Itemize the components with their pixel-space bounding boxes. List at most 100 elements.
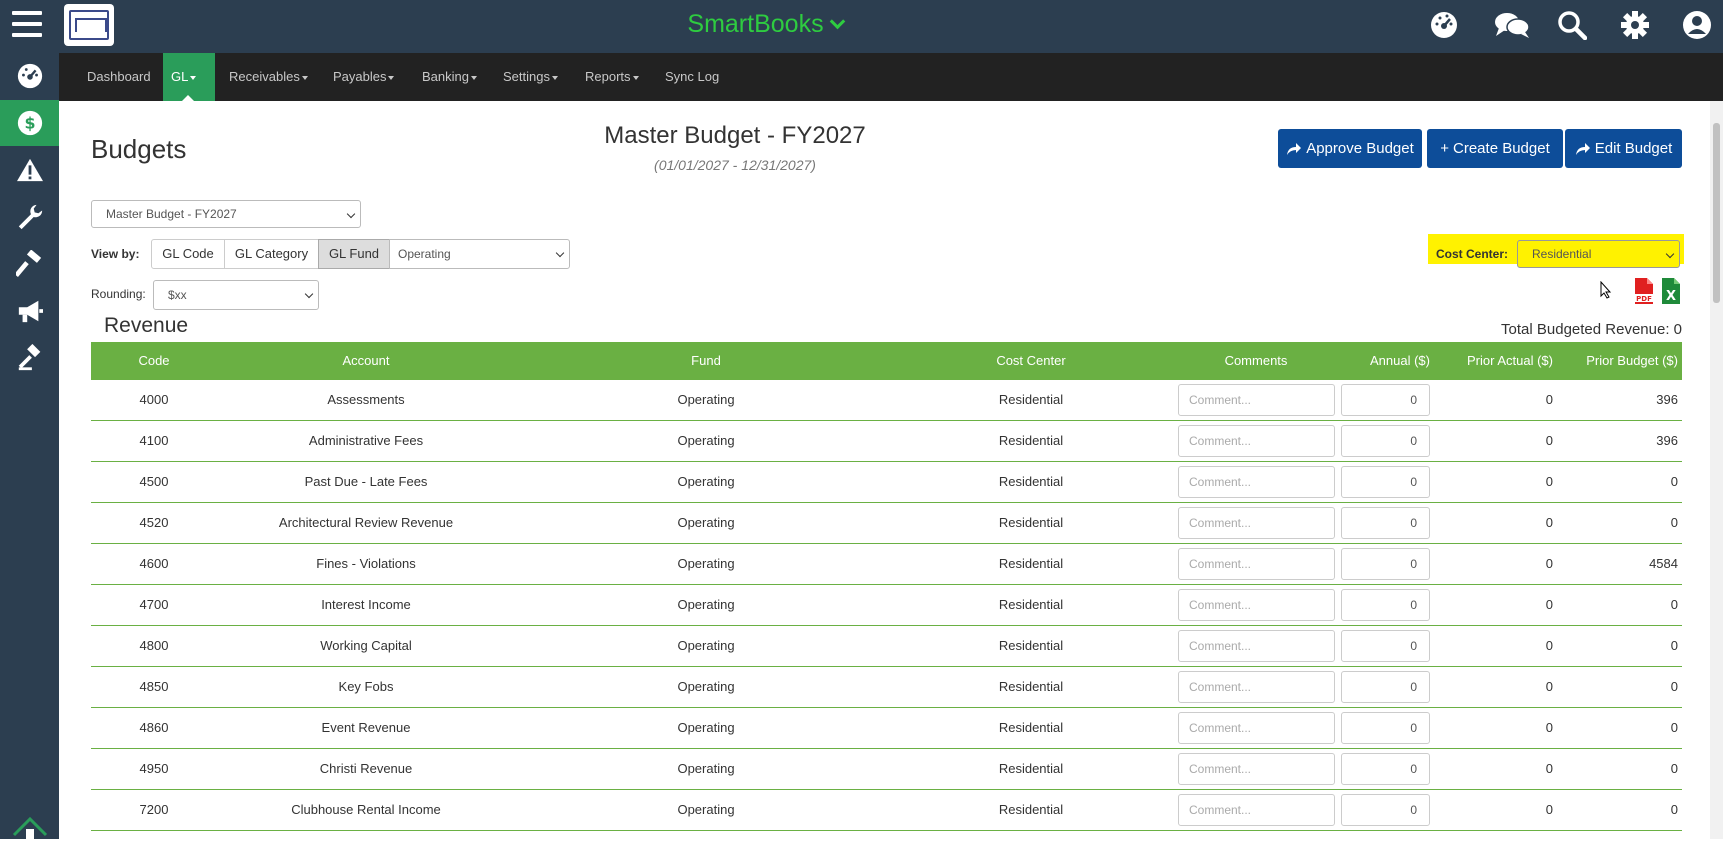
- create-budget-button[interactable]: + Create Budget: [1427, 129, 1563, 168]
- cell-prior-actual: 0: [1545, 720, 1553, 735]
- page-scrollbar[interactable]: [1710, 101, 1723, 839]
- cell-prior-actual: 0: [1545, 515, 1553, 530]
- main-navbar: Dashboard GL Receivables Payables Bankin…: [59, 53, 1723, 101]
- comment-input[interactable]: Comment...: [1178, 548, 1335, 580]
- cell-code: 4850: [139, 679, 169, 694]
- budget-select-value: Master Budget - FY2027: [106, 207, 237, 221]
- cell-account: Working Capital: [320, 638, 412, 653]
- annual-amount-input[interactable]: 0: [1341, 548, 1430, 580]
- sidebar-item-violations[interactable]: [0, 147, 59, 193]
- fund-select[interactable]: Operating: [389, 239, 570, 269]
- cell-prior-budget: 0: [1670, 802, 1678, 817]
- cell-prior-actual: 0: [1545, 679, 1553, 694]
- nav-payables-label: Payables: [333, 69, 387, 84]
- nav-dashboard[interactable]: Dashboard: [79, 53, 159, 101]
- comment-input[interactable]: Comment...: [1178, 589, 1335, 621]
- excel-export-icon[interactable]: X: [1660, 277, 1682, 304]
- search-icon[interactable]: [1556, 9, 1588, 41]
- nav-sync-log[interactable]: Sync Log: [657, 53, 727, 101]
- comment-input[interactable]: Comment...: [1178, 425, 1335, 457]
- plus-icon: +: [1440, 140, 1450, 157]
- pdf-export-icon[interactable]: PDF: [1632, 277, 1656, 304]
- comment-input[interactable]: Comment...: [1178, 384, 1335, 416]
- view-gl-fund-button[interactable]: GL Fund: [318, 239, 390, 269]
- annual-amount-input[interactable]: 0: [1341, 507, 1430, 539]
- cell-cost-center: Residential: [998, 638, 1064, 653]
- annual-amount-input[interactable]: 0: [1341, 630, 1430, 662]
- rounding-select[interactable]: $xx: [153, 280, 319, 310]
- cell-account: Assessments: [327, 392, 405, 407]
- cell-prior-budget: 4584: [1649, 556, 1678, 571]
- share-arrow-icon: [1575, 142, 1590, 155]
- sidebar-item-communications[interactable]: [0, 288, 59, 334]
- chat-icon[interactable]: [1492, 9, 1532, 41]
- cell-code: 4600: [139, 556, 169, 571]
- annual-amount-input[interactable]: 0: [1341, 753, 1430, 785]
- annual-amount-input[interactable]: 0: [1341, 384, 1430, 416]
- cell-cost-center: Residential: [998, 679, 1064, 694]
- svg-text:X: X: [1666, 289, 1676, 304]
- app-title[interactable]: SmartBooks: [0, 10, 1530, 39]
- chevron-down-icon: [304, 289, 314, 299]
- annual-amount-input[interactable]: 0: [1341, 671, 1430, 703]
- cost-center-select[interactable]: Residential: [1517, 240, 1680, 268]
- nav-banking[interactable]: Banking: [414, 53, 485, 101]
- dashboard-gauge-icon[interactable]: [1428, 9, 1460, 41]
- cell-prior-actual: 0: [1545, 597, 1553, 612]
- approve-budget-button[interactable]: Approve Budget: [1278, 129, 1422, 168]
- scrollbar-thumb[interactable]: [1713, 123, 1720, 303]
- annual-amount-input[interactable]: 0: [1341, 712, 1430, 744]
- annual-amount-input[interactable]: 0: [1341, 794, 1430, 826]
- comment-input[interactable]: Comment...: [1178, 753, 1335, 785]
- table-row: 4520 Architectural Review Revenue Operatin…: [91, 503, 1682, 544]
- budget-select[interactable]: Master Budget - FY2027: [91, 200, 361, 228]
- comment-input[interactable]: Comment...: [1178, 466, 1335, 498]
- nav-reports-label: Reports: [585, 69, 631, 84]
- cell-code: 4520: [139, 515, 169, 530]
- table-row: 4800 Working Capital Operating Residential 0…: [91, 626, 1682, 667]
- nav-receivables[interactable]: Receivables: [221, 53, 316, 101]
- comment-input[interactable]: Comment...: [1178, 671, 1335, 703]
- header-code: Code: [138, 353, 170, 368]
- comment-input[interactable]: Comment...: [1178, 794, 1335, 826]
- view-by-label: View by:: [91, 247, 140, 261]
- caret-down-icon: [388, 75, 395, 80]
- annual-amount-input[interactable]: 0: [1341, 425, 1430, 457]
- annual-amount-input[interactable]: 0: [1341, 466, 1430, 498]
- home-icon[interactable]: [12, 813, 48, 839]
- annual-amount-input[interactable]: 0: [1341, 589, 1430, 621]
- cell-prior-actual: 0: [1545, 392, 1553, 407]
- cell-code: 4100: [139, 433, 169, 448]
- comment-input[interactable]: Comment...: [1178, 507, 1335, 539]
- fund-select-value: Operating: [398, 247, 451, 261]
- table-row: 4850 Key Fobs Operating Residential 0 0 Commen…: [91, 667, 1682, 708]
- sidebar-item-dashboard[interactable]: [0, 53, 59, 99]
- nav-payables[interactable]: Payables: [325, 53, 402, 101]
- view-gl-category-button[interactable]: GL Category: [224, 239, 319, 269]
- nav-dashboard-label: Dashboard: [87, 69, 151, 84]
- comment-input[interactable]: Comment...: [1178, 712, 1335, 744]
- rounding-select-value: $xx: [168, 288, 187, 302]
- user-icon[interactable]: [1681, 9, 1713, 41]
- table-row: 4000 Assessments Operating Residential 0 396 C…: [91, 380, 1682, 421]
- cell-prior-budget: 0: [1670, 638, 1678, 653]
- cell-code: 4950: [139, 761, 169, 776]
- svg-text:$: $: [24, 114, 35, 133]
- gear-icon[interactable]: [1619, 9, 1651, 41]
- nav-settings[interactable]: Settings: [495, 53, 566, 101]
- table-row: 4860 Event Revenue Operating Residential 0 0 C…: [91, 708, 1682, 749]
- cell-prior-budget: 396: [1656, 392, 1678, 407]
- create-budget-label: Create Budget: [1453, 140, 1550, 157]
- nav-reports[interactable]: Reports: [577, 53, 647, 101]
- comment-input[interactable]: Comment...: [1178, 630, 1335, 662]
- edit-budget-button[interactable]: Edit Budget: [1565, 129, 1682, 168]
- cell-prior-budget: 0: [1670, 474, 1678, 489]
- budget-title: Master Budget - FY2027: [604, 122, 866, 149]
- nav-gl[interactable]: GL: [163, 53, 215, 101]
- sidebar-item-accounting[interactable]: $: [0, 100, 59, 146]
- sidebar-item-projects[interactable]: [0, 241, 59, 287]
- sidebar-item-legal[interactable]: [0, 335, 59, 381]
- view-gl-code-button[interactable]: GL Code: [151, 239, 225, 269]
- header-comments: Comments: [1224, 353, 1288, 368]
- sidebar-item-maintenance[interactable]: [0, 194, 59, 240]
